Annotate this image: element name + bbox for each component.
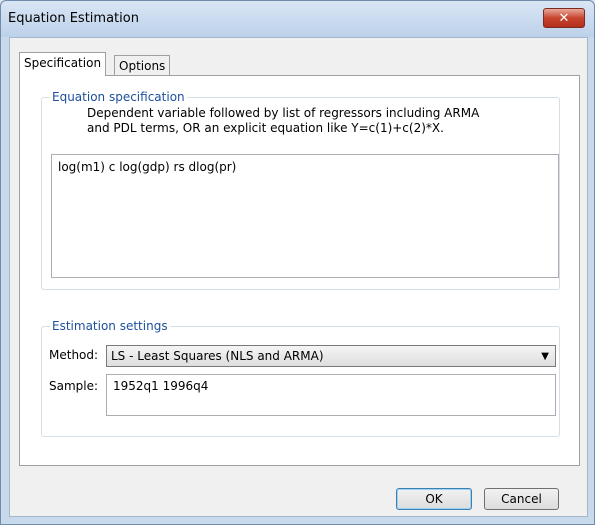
equation-text: log(m1) c log(gdp) rs dlog(pr) <box>58 160 237 174</box>
tab-options-label: Options <box>119 59 166 73</box>
estimation-settings-group: Estimation settings Method: LS - Least S… <box>41 319 560 437</box>
ok-button[interactable]: OK <box>396 488 472 510</box>
method-select[interactable]: LS - Least Squares (NLS and ARMA) ▼ <box>106 345 556 367</box>
tab-specification[interactable]: Specification <box>19 52 107 76</box>
method-value: LS - Least Squares (NLS and ARMA) <box>111 349 324 363</box>
description-line-1: Dependent variable followed by list of r… <box>87 106 480 120</box>
chevron-down-icon: ▼ <box>541 351 549 362</box>
ok-button-label: OK <box>425 492 443 506</box>
close-icon: ✕ <box>558 10 570 26</box>
window-title: Equation Estimation <box>8 11 139 26</box>
equation-specification-group: Equation specification Dependent variabl… <box>41 90 560 290</box>
equation-input[interactable]: log(m1) c log(gdp) rs dlog(pr) <box>51 154 559 278</box>
sample-label: Sample: <box>49 379 99 393</box>
method-label: Method: <box>49 348 99 362</box>
sample-input[interactable]: 1952q1 1996q4 <box>106 374 556 416</box>
cancel-button-label: Cancel <box>501 492 542 506</box>
tab-options[interactable]: Options <box>114 55 171 76</box>
equation-specification-legend: Equation specification <box>50 90 187 104</box>
equation-estimation-dialog: Equation Estimation ✕ Specification Opti… <box>0 0 595 525</box>
equation-description: Dependent variable followed by list of r… <box>87 106 547 136</box>
close-button[interactable]: ✕ <box>543 8 585 28</box>
dialog-client-area: Specification Options Equation specifica… <box>9 37 588 517</box>
description-line-2: and PDL terms, OR an explicit equation l… <box>87 121 444 135</box>
tab-specification-label: Specification <box>24 56 102 70</box>
sample-text: 1952q1 1996q4 <box>113 379 209 393</box>
cancel-button[interactable]: Cancel <box>484 488 559 510</box>
title-bar: Equation Estimation ✕ <box>1 1 594 37</box>
specification-panel: Equation specification Dependent variabl… <box>19 75 580 466</box>
estimation-settings-legend: Estimation settings <box>50 319 170 333</box>
